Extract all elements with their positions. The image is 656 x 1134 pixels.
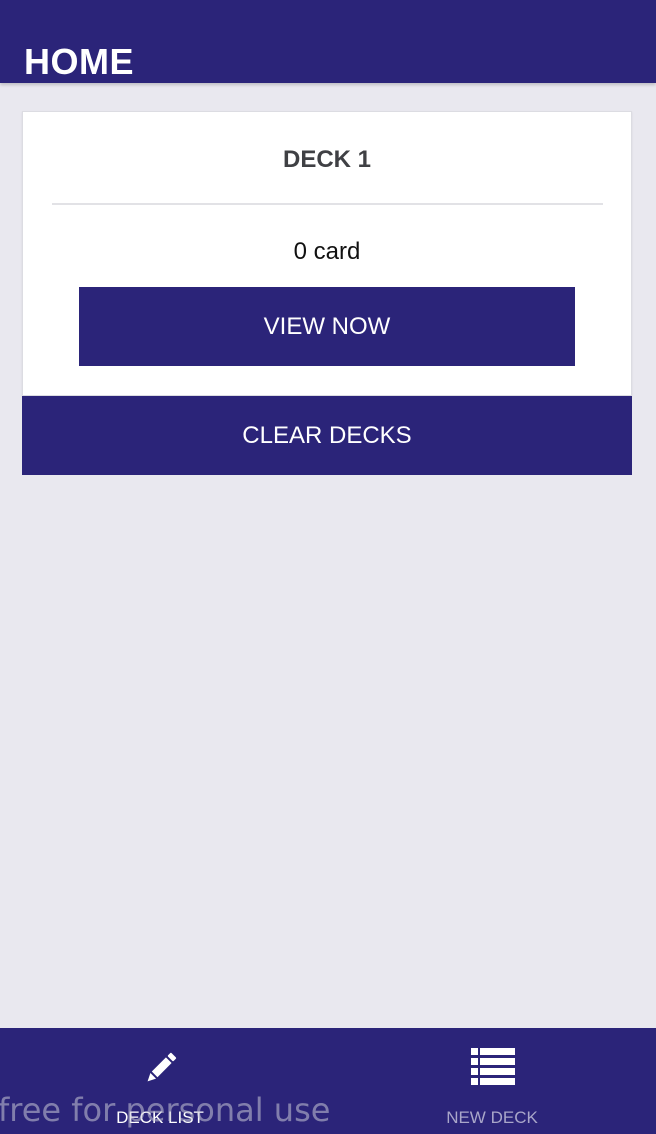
deck-title: DECK 1 xyxy=(282,146,372,173)
tab-deck-list-label: DECK LIST xyxy=(116,1108,204,1127)
app-screen: HOME DECK 1 0 card VIEW NOW CLEAR DECKS … xyxy=(0,0,656,1134)
clear-decks-button[interactable]: CLEAR DECKS xyxy=(22,396,632,475)
pencil-icon xyxy=(139,1046,183,1090)
header-bar: HOME xyxy=(0,0,656,83)
page-title: HOME xyxy=(24,41,134,82)
deck-card-count: 0 card xyxy=(293,238,361,265)
tab-new-deck-label: NEW DECK xyxy=(446,1108,538,1127)
view-now-button[interactable]: VIEW NOW xyxy=(79,287,575,366)
tab-new-deck[interactable]: NEW DECK xyxy=(328,1028,656,1134)
tab-deck-list[interactable]: DECK LIST xyxy=(0,1028,328,1134)
deck-card: DECK 1 0 card VIEW NOW xyxy=(22,111,632,396)
list-icon xyxy=(471,1046,515,1090)
deck-divider xyxy=(52,203,603,205)
bottom-tab-bar: DECK LIST NEW DECK xyxy=(0,1028,656,1134)
